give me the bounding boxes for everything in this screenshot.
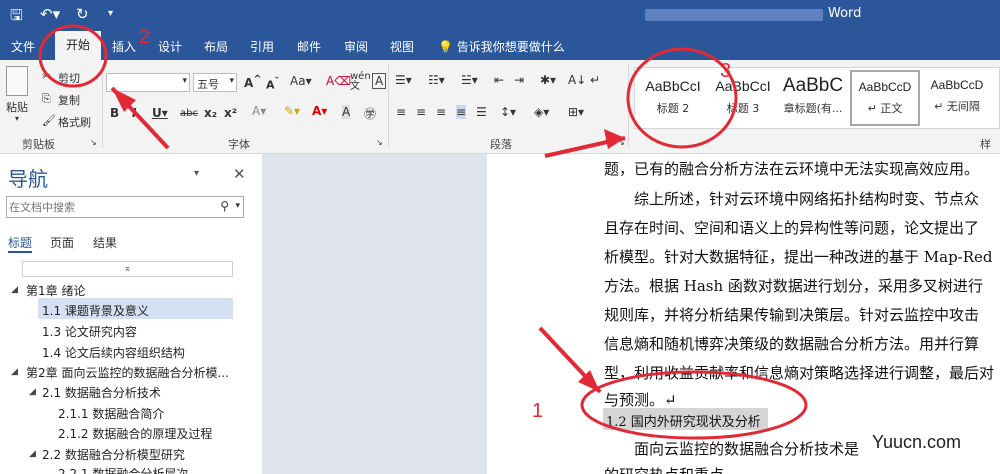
annotation-number: 1: [532, 400, 544, 422]
annotation-number: 2: [139, 26, 151, 48]
annotation-circle: [38, 24, 108, 88]
watermark-text: Yuucn.com: [872, 432, 962, 452]
annotation-circle: [580, 370, 808, 440]
annotation-arrowhead: [604, 129, 625, 149]
annotation-overlay: [38, 24, 808, 440]
annotation-number: 3: [720, 60, 732, 82]
